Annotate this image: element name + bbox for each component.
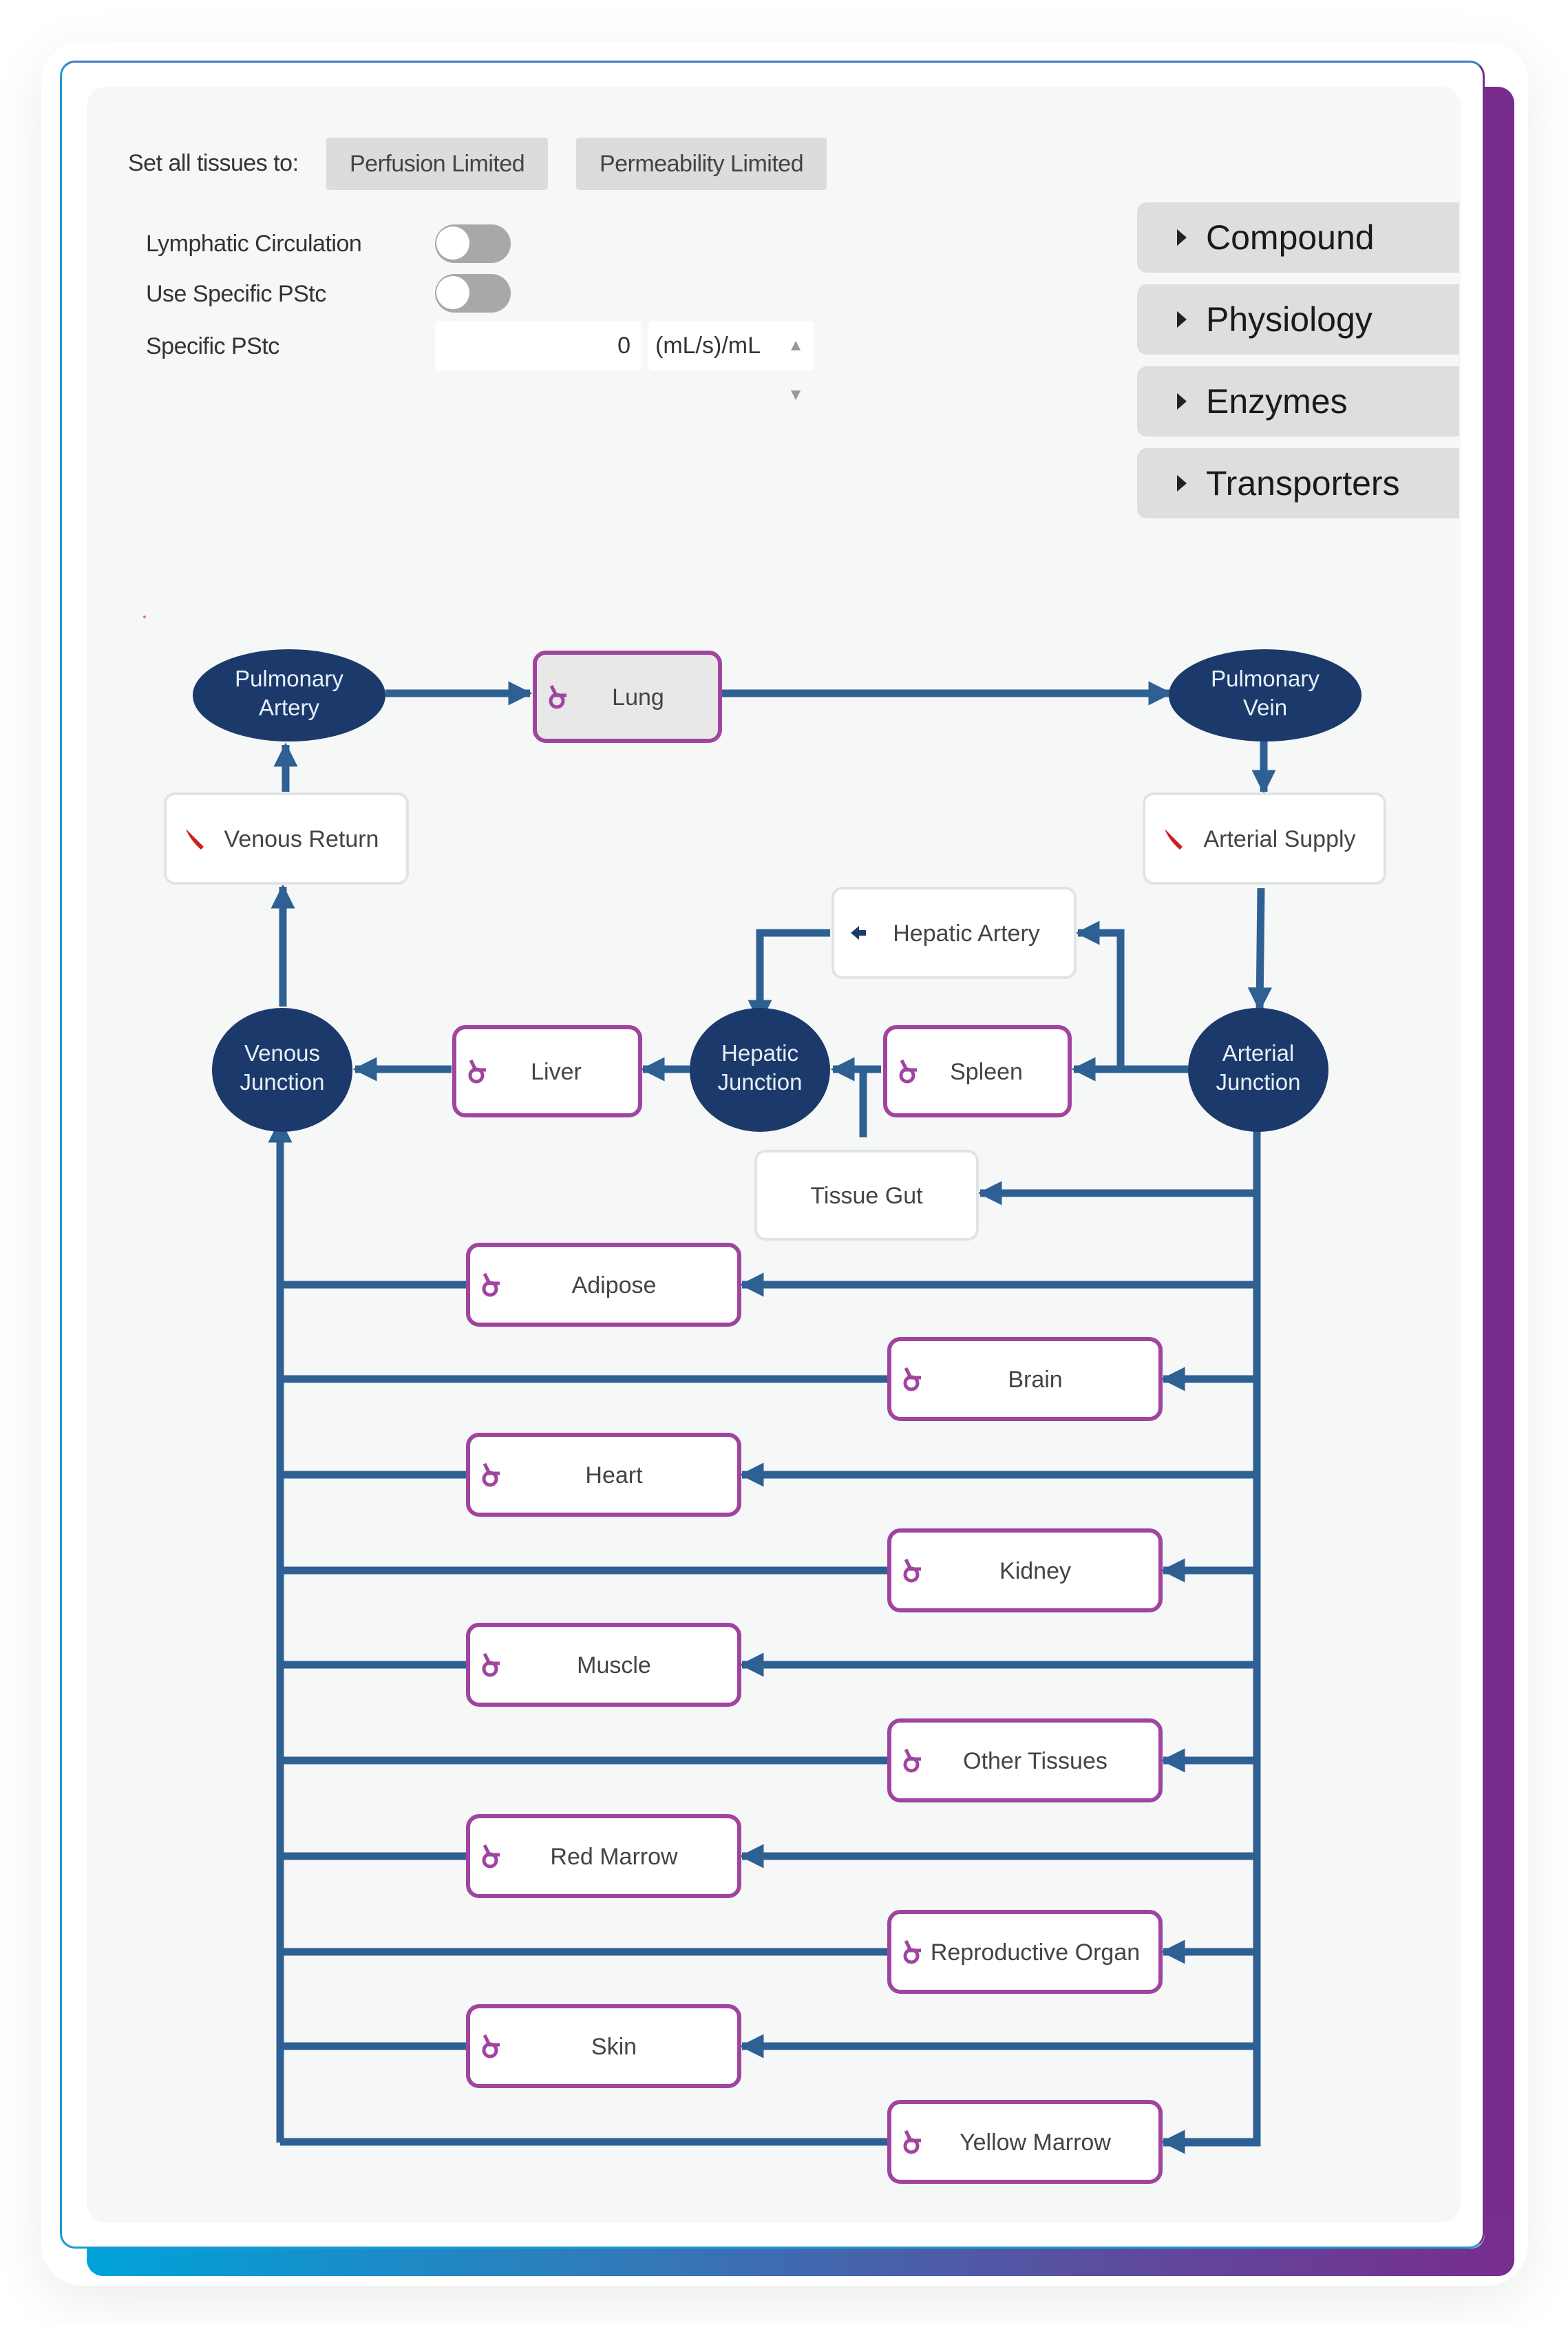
tissue-spleen[interactable]: Spleen bbox=[883, 1025, 1072, 1117]
node-venous-return[interactable]: Venous Return bbox=[164, 792, 409, 885]
junction-label: Junction bbox=[718, 1069, 803, 1095]
junction-label: Junction bbox=[240, 1069, 325, 1095]
node-tissue-gut[interactable]: Tissue Gut bbox=[754, 1150, 979, 1241]
junction-label: Arterial bbox=[1222, 1040, 1295, 1066]
tissue-reproductive-organ[interactable]: Reproductive Organ bbox=[887, 1910, 1163, 1994]
node-label: Arterial Supply bbox=[1203, 826, 1355, 852]
junction-arterial-junction[interactable]: Arterial Junction bbox=[1188, 1008, 1328, 1132]
node-hepatic-artery[interactable]: Hepatic Artery bbox=[831, 887, 1077, 979]
edge-hepatic-artery-to-hepatic-junction bbox=[748, 929, 830, 1024]
tissue-label: Adipose bbox=[572, 1272, 657, 1298]
tissue-label: Reproductive Organ bbox=[931, 1939, 1140, 1966]
junction-pulmonary-artery[interactable]: Pulmonary Artery bbox=[193, 649, 385, 741]
tissue-adipose[interactable]: Adipose bbox=[466, 1243, 741, 1327]
junction-label: Pulmonary bbox=[1211, 666, 1320, 691]
tissue-label: Red Marrow bbox=[550, 1844, 678, 1870]
tissue-lung[interactable]: Lung bbox=[533, 651, 722, 743]
tissue-label: Other Tissues bbox=[963, 1748, 1108, 1774]
junction-label: Vein bbox=[1243, 695, 1287, 720]
edge-arterial-supply-to-arterial-junction bbox=[1247, 887, 1272, 1012]
junction-label: Junction bbox=[1216, 1069, 1301, 1095]
tissue-yellow-marrow[interactable]: Yellow Marrow bbox=[887, 2100, 1163, 2184]
tissue-label: Kidney bbox=[999, 1558, 1071, 1584]
tissue-label: Muscle bbox=[577, 1652, 651, 1679]
tissue-label: Lung bbox=[612, 684, 664, 711]
junction-label: Pulmonary bbox=[235, 666, 343, 691]
node-arterial-supply[interactable]: Arterial Supply bbox=[1143, 792, 1386, 885]
tissue-label: Skin bbox=[591, 2034, 637, 2060]
junction-venous-junction[interactable]: Venous Junction bbox=[212, 1008, 352, 1132]
junction-pulmonary-vein[interactable]: Pulmonary Vein bbox=[1169, 649, 1362, 741]
tissue-liver[interactable]: Liver bbox=[452, 1025, 642, 1117]
tissue-label: Liver bbox=[531, 1059, 582, 1085]
tissue-heart[interactable]: Heart bbox=[466, 1433, 741, 1517]
node-label: Hepatic Artery bbox=[893, 920, 1040, 947]
tissue-kidney[interactable]: Kidney bbox=[887, 1528, 1163, 1612]
junction-label: Venous bbox=[244, 1040, 320, 1066]
tissue-label: Spleen bbox=[950, 1059, 1023, 1085]
junction-label: Artery bbox=[259, 695, 320, 720]
junction-hepatic-junction[interactable]: Hepatic Junction bbox=[690, 1008, 830, 1132]
tissue-muscle[interactable]: Muscle bbox=[466, 1623, 741, 1707]
tissue-label: Yellow Marrow bbox=[960, 2129, 1111, 2156]
junction-label: Hepatic bbox=[721, 1040, 798, 1066]
node-label: Tissue Gut bbox=[810, 1183, 923, 1209]
pbpk-flow-diagram: Pulmonary Artery Pulmonary Vein Venous Juncti… bbox=[164, 649, 1386, 2184]
tissue-other-tissues[interactable]: Other Tissues bbox=[887, 1718, 1163, 1802]
tissue-skin[interactable]: Skin bbox=[466, 2004, 741, 2088]
tissue-label: Brain bbox=[1008, 1367, 1062, 1393]
tissue-brain[interactable]: Brain bbox=[887, 1337, 1163, 1421]
tissue-red-marrow[interactable]: Red Marrow bbox=[466, 1814, 741, 1898]
node-label: Venous Return bbox=[224, 826, 379, 852]
edge-arterial-junction-to-hepatic-artery bbox=[1075, 920, 1125, 1069]
tissue-label: Heart bbox=[585, 1462, 643, 1488]
